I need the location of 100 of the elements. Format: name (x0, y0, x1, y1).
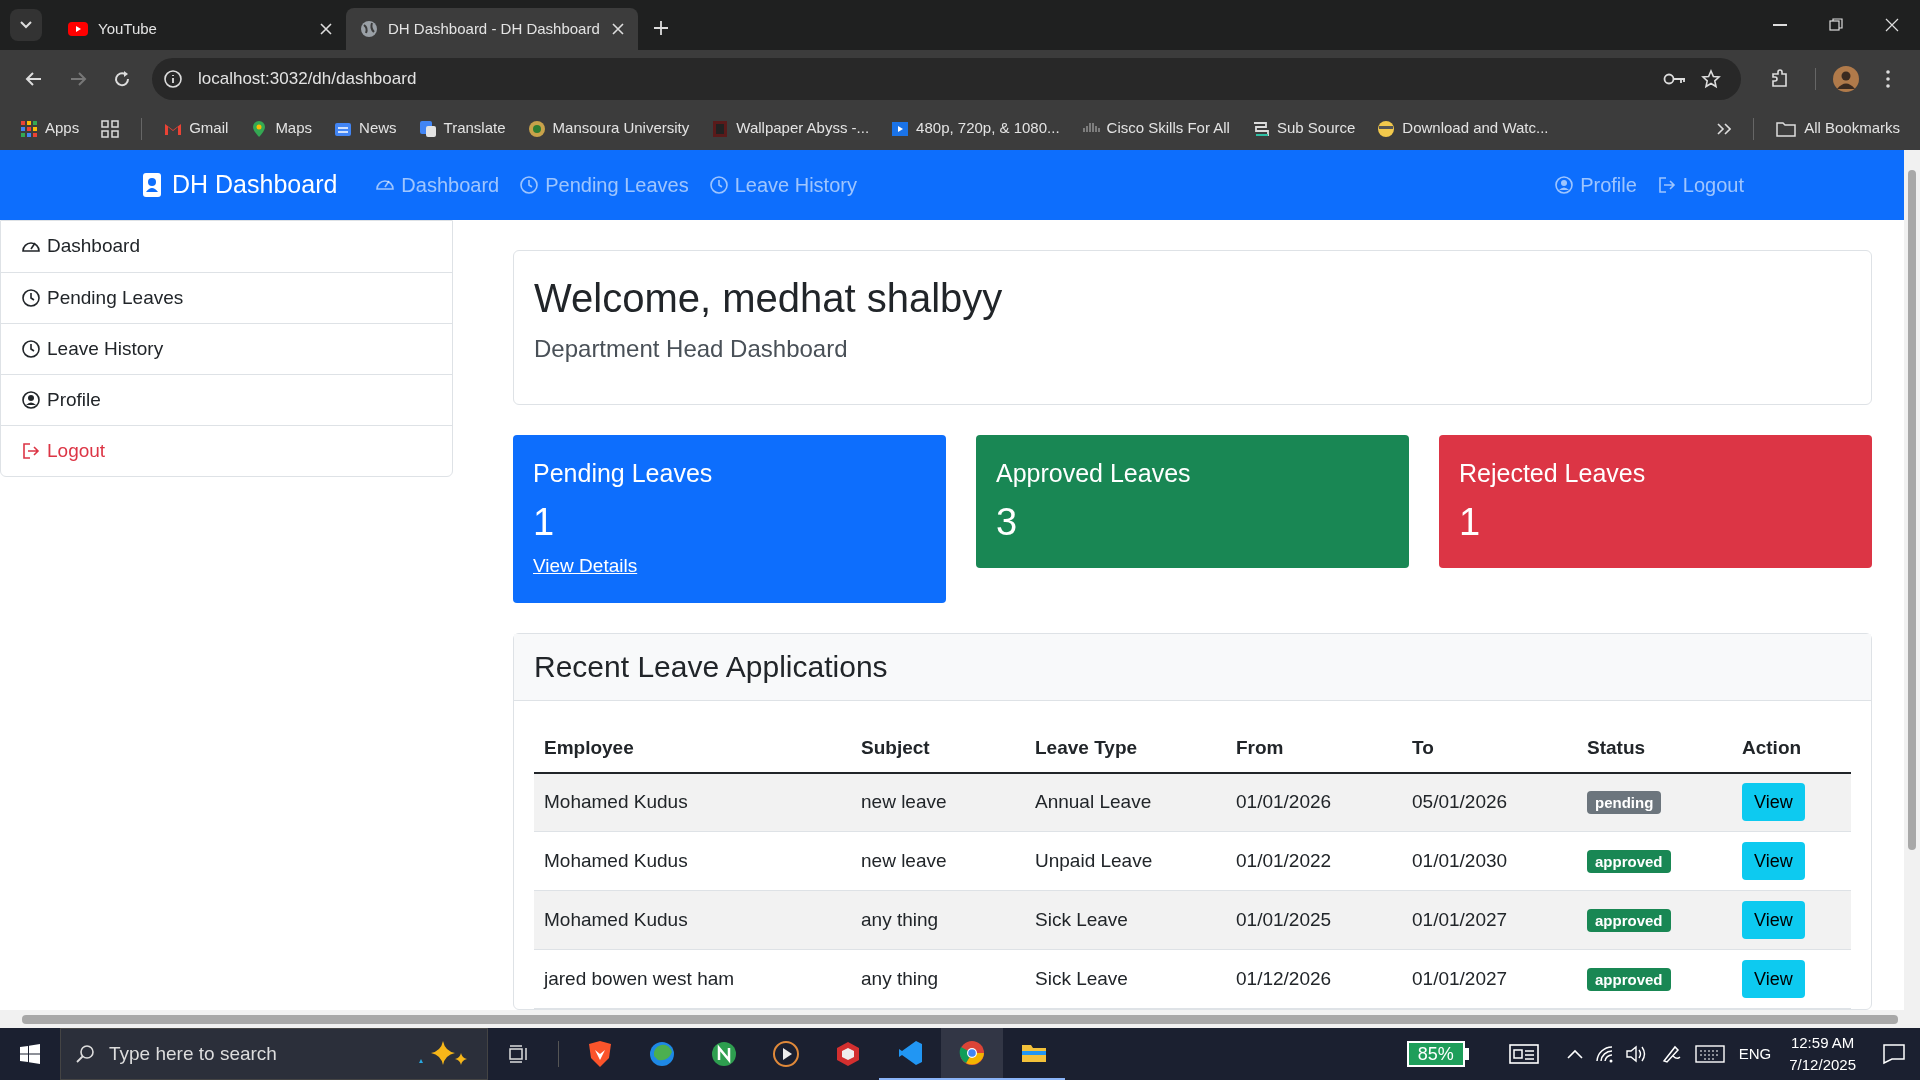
grid-icon (101, 119, 120, 138)
back-icon (25, 69, 43, 88)
bookmark[interactable]: Mansoura University (527, 117, 690, 140)
restore-icon (1828, 17, 1844, 33)
language-indicator[interactable]: ENG (1738, 1042, 1772, 1066)
sidebar-item[interactable]: Dashboard (1, 221, 452, 272)
close-icon (1884, 17, 1900, 33)
bookmark[interactable]: Sub Source (1251, 117, 1356, 140)
brand-link[interactable]: DH Dashboard (142, 166, 338, 204)
url-text: localhost:3032/dh/dashboard (198, 67, 418, 90)
view-button[interactable]: View (1742, 783, 1805, 822)
play-icon (68, 22, 88, 36)
wifi-icon (1594, 1045, 1615, 1063)
taskbar-app[interactable] (941, 1028, 1003, 1080)
user-icon (1554, 175, 1575, 195)
cube-icon (834, 1040, 862, 1068)
address-bar[interactable]: localhost:3032/dh/dashboard (152, 57, 1741, 100)
column-header: To (1402, 724, 1577, 773)
sidebar-item[interactable]: Leave History (1, 323, 452, 374)
table-cell: Sick Leave (1025, 949, 1226, 1009)
table-cell: any thing (851, 890, 1025, 950)
new-tab-icon (654, 21, 668, 35)
card-title: Recent Leave Applications (534, 649, 888, 685)
column-header: From (1226, 724, 1402, 773)
tab-title: YouTube (98, 18, 158, 39)
logout-icon (21, 441, 41, 461)
table-cell: 01/12/2026 (1226, 949, 1402, 1009)
browser-icon (586, 1040, 614, 1068)
table-cell: 01/01/2022 (1226, 831, 1402, 891)
search-field[interactable]: Type here to search (109, 1039, 399, 1069)
notification-icon (1882, 1043, 1906, 1065)
logout-icon (1656, 175, 1677, 195)
all-bookmarks-button[interactable]: All Bookmarks (1776, 117, 1900, 140)
tab-search-button[interactable] (10, 9, 42, 41)
bookmark[interactable]: Apps (20, 117, 80, 140)
table-cell: Mohamed Kudus (534, 890, 851, 950)
table-cell: Mohamed Kudus (534, 772, 851, 832)
bookmark[interactable]: News (334, 117, 397, 140)
browser-tab[interactable]: DH Dashboard - DH Dashboard (346, 8, 638, 50)
clock-time[interactable]: 12:59 AM (1790, 1032, 1855, 1054)
status-badge: pending (1587, 791, 1662, 814)
key-icon (1663, 71, 1687, 86)
code-editor-icon (896, 1039, 924, 1067)
bookmark[interactable]: Wallpaper Abyss -... (711, 117, 870, 140)
sidebar-item[interactable]: Profile (1, 374, 452, 425)
table-cell: 05/01/2026 (1402, 772, 1577, 832)
table-cell: 01/01/2030 (1402, 831, 1577, 891)
star-icon (1701, 68, 1721, 89)
pen-icon (1660, 1044, 1681, 1064)
windows-icon (20, 1044, 40, 1064)
close-icon (320, 23, 332, 35)
stat-count: 1 (533, 499, 556, 545)
scrollbar-thumb[interactable] (22, 1014, 1898, 1024)
view-button[interactable]: View (1742, 960, 1805, 998)
clock-icon (519, 175, 540, 195)
view-details-link[interactable]: View Details (533, 552, 638, 581)
n-app-icon (710, 1040, 738, 1068)
view-button[interactable]: View (1742, 901, 1805, 939)
view-button[interactable]: View (1742, 842, 1805, 880)
search-icon (75, 1044, 95, 1064)
table-cell: Unpaid Leave (1025, 831, 1226, 891)
chevron-down-icon (20, 21, 32, 29)
folder-icon (1776, 120, 1797, 137)
news-icon (1508, 1043, 1539, 1065)
status-badge: approved (1587, 908, 1671, 932)
bookmark[interactable]: Download and Watc... (1377, 117, 1549, 140)
play-icon (772, 1040, 800, 1068)
browser-tab[interactable]: YouTube (54, 8, 346, 50)
clock-icon (708, 175, 729, 195)
clock-icon (21, 339, 41, 359)
welcome-heading: Welcome, medhat shalbyy (534, 275, 1004, 322)
stat-count: 1 (1459, 499, 1482, 545)
bookmark[interactable]: Gmail (164, 117, 229, 140)
welcome-subtitle: Department Head Dashboard (534, 334, 849, 364)
info-icon (162, 67, 184, 90)
clock-date[interactable]: 7/12/2025 (1789, 1054, 1856, 1076)
column-header: Status (1577, 724, 1732, 773)
sidebar-item[interactable]: Logout (1, 425, 452, 476)
table-cell: any thing (851, 949, 1025, 1009)
globe-icon (360, 20, 378, 38)
volume-icon (1624, 1045, 1647, 1063)
bookmark[interactable]: 480p, 720p, & 1080... (891, 117, 1060, 140)
reload-icon (113, 69, 131, 88)
scrollbar-thumb[interactable] (1908, 170, 1916, 850)
table-cell: 01/01/2027 (1402, 949, 1577, 1009)
badge-icon (142, 172, 162, 198)
search-bar[interactable]: Type here to search (60, 1028, 488, 1080)
sidebar-item[interactable]: Pending Leaves (1, 272, 452, 323)
tab-title: DH Dashboard - DH Dashboard (388, 18, 601, 39)
bookmark[interactable]: Maps (250, 117, 313, 140)
column-header: Subject (851, 724, 1025, 773)
bookmark[interactable]: Translate (418, 117, 506, 140)
forward-icon (69, 69, 87, 88)
status-badge: approved (1587, 849, 1671, 873)
table-cell: new leave (851, 772, 1025, 832)
apps-icon (20, 119, 38, 138)
minimize-icon (1772, 24, 1788, 26)
sub-icon (1251, 119, 1270, 138)
bookmark[interactable]: Cisco Skills For All (1081, 117, 1230, 140)
puzzle-icon (1770, 68, 1790, 89)
